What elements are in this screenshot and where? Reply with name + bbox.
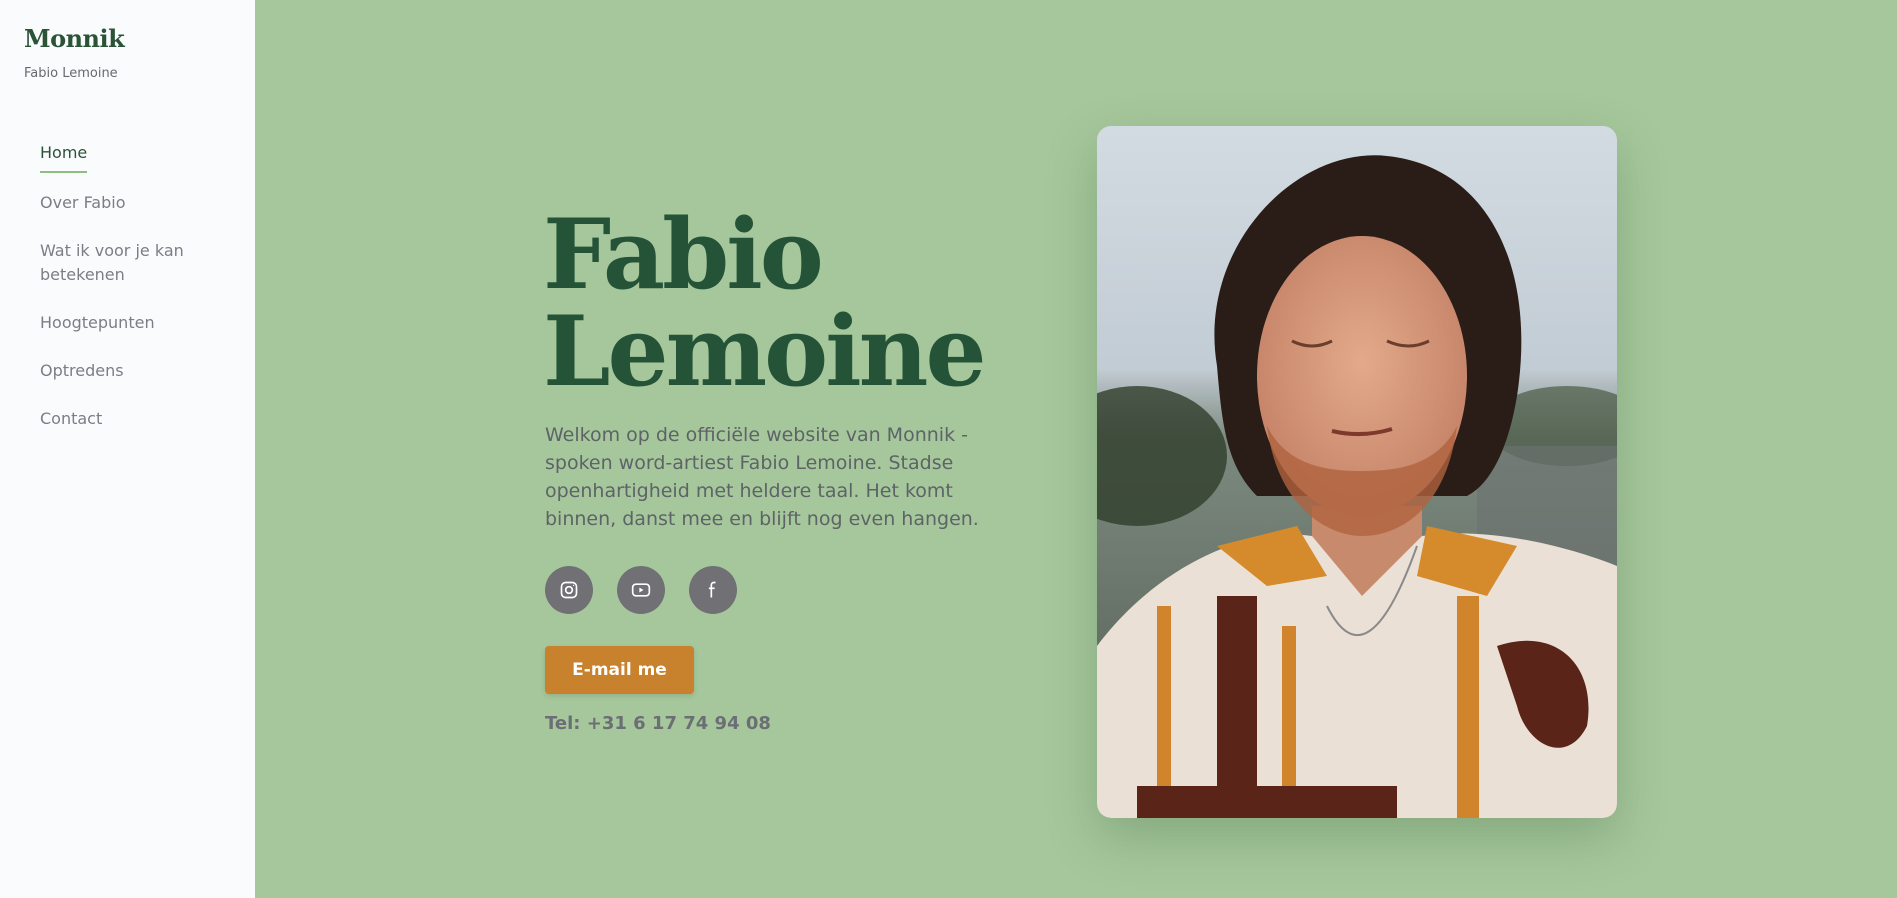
brand-logo[interactable]: Monnik xyxy=(24,24,125,53)
hero-title-line2: Lemoine xyxy=(543,295,987,408)
nav-item-wat-ik-voor-je-kan-betekenen[interactable]: Wat ik voor je kan betekenen xyxy=(40,239,230,287)
brand-subtitle: Fabio Lemoine xyxy=(24,66,118,81)
facebook-icon xyxy=(708,581,716,598)
main-nav: Home Over Fabio Wat ik voor je kan betek… xyxy=(40,141,230,455)
instagram-icon xyxy=(560,581,578,599)
nav-item-home[interactable]: Home xyxy=(40,141,230,173)
instagram-button[interactable] xyxy=(545,566,593,614)
nav-item-label: Optredens xyxy=(40,361,124,380)
nav-item-label: Home xyxy=(40,141,88,173)
portrait-photo xyxy=(1097,126,1617,818)
nav-item-contact[interactable]: Contact xyxy=(40,407,230,431)
nav-item-label: Contact xyxy=(40,409,103,428)
nav-item-label: Over Fabio xyxy=(40,193,126,212)
facebook-button[interactable] xyxy=(689,566,737,614)
youtube-button[interactable] xyxy=(617,566,665,614)
email-button[interactable]: E-mail me xyxy=(545,646,694,694)
phone-number[interactable]: Tel: +31 6 17 74 94 08 xyxy=(545,713,771,734)
youtube-icon xyxy=(631,583,651,597)
hero-description: Welkom op de officiële website van Monni… xyxy=(545,424,979,530)
page: Monnik Fabio Lemoine Home Over Fabio Wat… xyxy=(0,0,1897,898)
social-links xyxy=(545,566,737,614)
nav-item-optredens[interactable]: Optredens xyxy=(40,359,230,383)
nav-item-over-fabio[interactable]: Over Fabio xyxy=(40,191,230,215)
nav-item-label: Wat ik voor je kan betekenen xyxy=(40,241,184,284)
nav-item-hoogtepunten[interactable]: Hoogtepunten xyxy=(40,311,230,335)
sidebar: Monnik Fabio Lemoine Home Over Fabio Wat… xyxy=(0,0,255,898)
hero-title: Fabio Lemoine xyxy=(543,206,987,400)
nav-item-label: Hoogtepunten xyxy=(40,313,155,332)
